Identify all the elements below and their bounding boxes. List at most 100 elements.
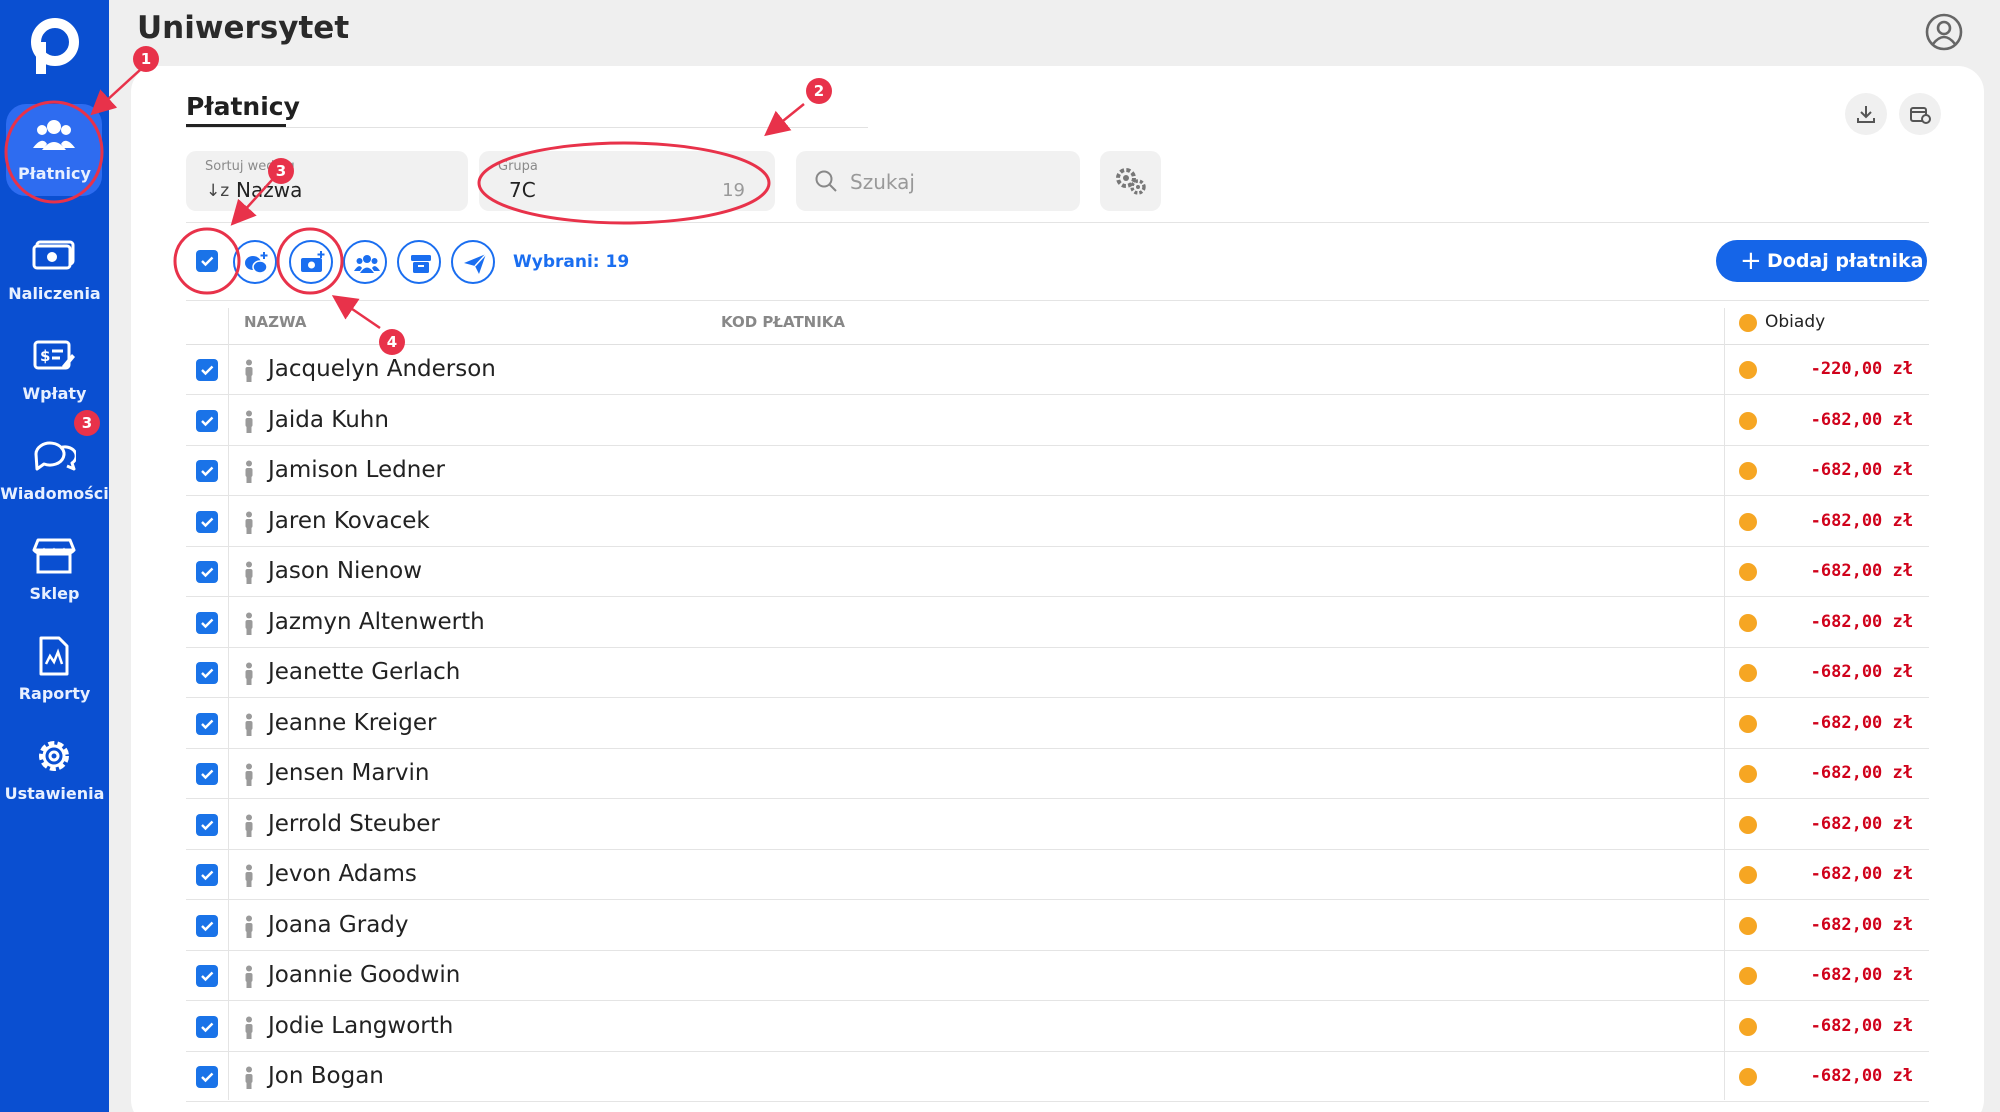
download-button[interactable]: [1845, 93, 1887, 135]
check-icon: [201, 567, 214, 578]
meals-balance: -682,00 zł: [1810, 763, 1913, 783]
profile-icon[interactable]: [1924, 12, 1964, 52]
row-checkbox[interactable]: [196, 662, 218, 684]
meals-status-dot: [1739, 916, 1757, 935]
person-icon: [245, 915, 253, 938]
payer-name[interactable]: Joana Grady: [268, 912, 409, 938]
payer-name[interactable]: Jensen Marvin: [268, 760, 430, 786]
chat-add-icon: [245, 252, 268, 274]
add-payer-button[interactable]: + Dodaj płatnika: [1716, 240, 1927, 282]
row-checkbox[interactable]: [196, 510, 218, 533]
search-input[interactable]: [850, 167, 1050, 197]
send-message-button[interactable]: [233, 240, 277, 284]
selected-count: Wybrani: 19: [513, 252, 630, 272]
sidebar-item-platnicy[interactable]: Płatnicy: [0, 104, 109, 196]
assign-group-button[interactable]: [343, 240, 387, 284]
sidebar-item-wplaty[interactable]: $ Wpłaty: [0, 324, 109, 414]
users-icon: [33, 120, 75, 150]
payer-name[interactable]: Jason Nienow: [268, 558, 422, 584]
person-icon: [245, 713, 253, 736]
table-row[interactable]: Jaren Kovacek -682,00 zł: [186, 497, 1929, 547]
payer-name[interactable]: Jeanette Gerlach: [268, 659, 460, 685]
sidebar-item-label: Ustawienia: [4, 784, 105, 803]
sidebar-item-naliczenia[interactable]: Naliczenia: [0, 224, 109, 314]
add-charge-button[interactable]: [289, 240, 333, 284]
payer-name[interactable]: Jerrold Steuber: [268, 811, 440, 837]
group-select[interactable]: Grupa 7C 19: [479, 151, 775, 211]
meals-balance: -682,00 zł: [1810, 409, 1913, 430]
payer-name[interactable]: Jon Bogan: [268, 1063, 384, 1089]
payer-name[interactable]: Joannie Goodwin: [268, 962, 460, 988]
select-all-checkbox[interactable]: [196, 250, 218, 272]
meals-status-dot: [1739, 866, 1757, 884]
check-icon: [201, 618, 214, 628]
payer-name[interactable]: Jevon Adams: [268, 861, 417, 887]
row-checkbox[interactable]: [196, 1066, 218, 1088]
cash-add-icon: [301, 251, 325, 272]
table-row[interactable]: Jazmyn Altenwerth -682,00 zł: [186, 598, 1929, 648]
plus-icon: +: [1740, 246, 1762, 276]
meals-status-dot: [1739, 613, 1757, 632]
meals-status-dot: [1739, 314, 1757, 332]
table-row[interactable]: Jamison Ledner -682,00 zł: [186, 446, 1929, 496]
row-checkbox[interactable]: [196, 813, 218, 836]
meals-balance: -682,00 zł: [1810, 510, 1913, 531]
toolbar-divider: [186, 300, 1929, 301]
archive-icon: [411, 255, 431, 273]
app-logo: [31, 18, 79, 74]
sidebar-item-raporty[interactable]: Raporty: [0, 624, 109, 714]
table-row[interactable]: Jeanette Gerlach -682,00 zł: [186, 648, 1929, 698]
group-label: Grupa: [498, 159, 538, 174]
sidebar-item-sklep[interactable]: Sklep: [0, 524, 109, 614]
row-checkbox[interactable]: [196, 1015, 218, 1038]
payer-name[interactable]: Jeanne Kreiger: [268, 710, 436, 736]
column-header-code[interactable]: KOD PŁATNIKA: [721, 313, 845, 331]
table-row[interactable]: Jodie Langworth -682,00 zł: [186, 1002, 1929, 1052]
column-header-meals[interactable]: Obiady: [1765, 312, 1825, 332]
svg-text:$: $: [40, 347, 50, 365]
gear-icon: [39, 741, 69, 771]
column-header-name[interactable]: NAZWA: [244, 313, 307, 331]
meals-balance: -682,00 zł: [1810, 864, 1913, 884]
table-row[interactable]: Joannie Goodwin -682,00 zł: [186, 951, 1929, 1001]
messages-badge: 3: [74, 410, 100, 436]
check-icon: [201, 365, 214, 376]
payer-name[interactable]: Jaren Kovacek: [268, 508, 430, 534]
sidebar-item-wiadomosci[interactable]: Wiadomości: [0, 424, 109, 514]
table-row[interactable]: Jon Bogan -682,00 zł: [186, 1052, 1929, 1102]
row-checkbox[interactable]: [196, 561, 218, 583]
payer-name[interactable]: Jodie Langworth: [268, 1013, 453, 1039]
sidebar-item-ustawienia[interactable]: Ustawienia: [0, 724, 109, 814]
meals-status-dot: [1739, 462, 1757, 480]
person-icon: [245, 763, 253, 786]
table-row[interactable]: Jeanne Kreiger -682,00 zł: [186, 699, 1929, 749]
table-row[interactable]: Jason Nienow -682,00 zł: [186, 547, 1929, 597]
payer-name[interactable]: Jaida Kuhn: [268, 407, 389, 433]
archive-button[interactable]: [397, 240, 441, 284]
row-checkbox[interactable]: [196, 409, 218, 432]
payer-name[interactable]: Jamison Ledner: [268, 457, 445, 483]
row-checkbox[interactable]: [196, 914, 218, 937]
sort-select[interactable]: Sortuj według ↓z Nazwa: [186, 151, 468, 211]
row-checkbox[interactable]: [196, 712, 218, 735]
send-invite-button[interactable]: [451, 240, 495, 284]
row-checkbox[interactable]: [196, 359, 218, 381]
table-row[interactable]: Joana Grady -682,00 zł: [186, 901, 1929, 951]
filter-divider: [186, 222, 1929, 223]
meals-status-dot: [1739, 1068, 1757, 1086]
table-row[interactable]: Jerrold Steuber -682,00 zł: [186, 800, 1929, 850]
archive-settings-button[interactable]: [1899, 93, 1941, 135]
payer-name[interactable]: Jazmyn Altenwerth: [268, 609, 485, 635]
row-checkbox[interactable]: [196, 965, 218, 987]
search-box[interactable]: [796, 151, 1080, 211]
row-checkbox[interactable]: [196, 460, 218, 482]
table-row[interactable]: Jensen Marvin -682,00 zł: [186, 749, 1929, 799]
row-checkbox[interactable]: [196, 611, 218, 634]
table-row[interactable]: Jaida Kuhn -682,00 zł: [186, 396, 1929, 446]
table-row[interactable]: Jevon Adams -682,00 zł: [186, 850, 1929, 900]
filter-settings-button[interactable]: [1100, 151, 1161, 211]
payer-name[interactable]: Jacquelyn Anderson: [268, 356, 496, 382]
table-row[interactable]: Jacquelyn Anderson -220,00 zł: [186, 345, 1929, 395]
row-checkbox[interactable]: [196, 763, 218, 785]
row-checkbox[interactable]: [196, 864, 218, 886]
